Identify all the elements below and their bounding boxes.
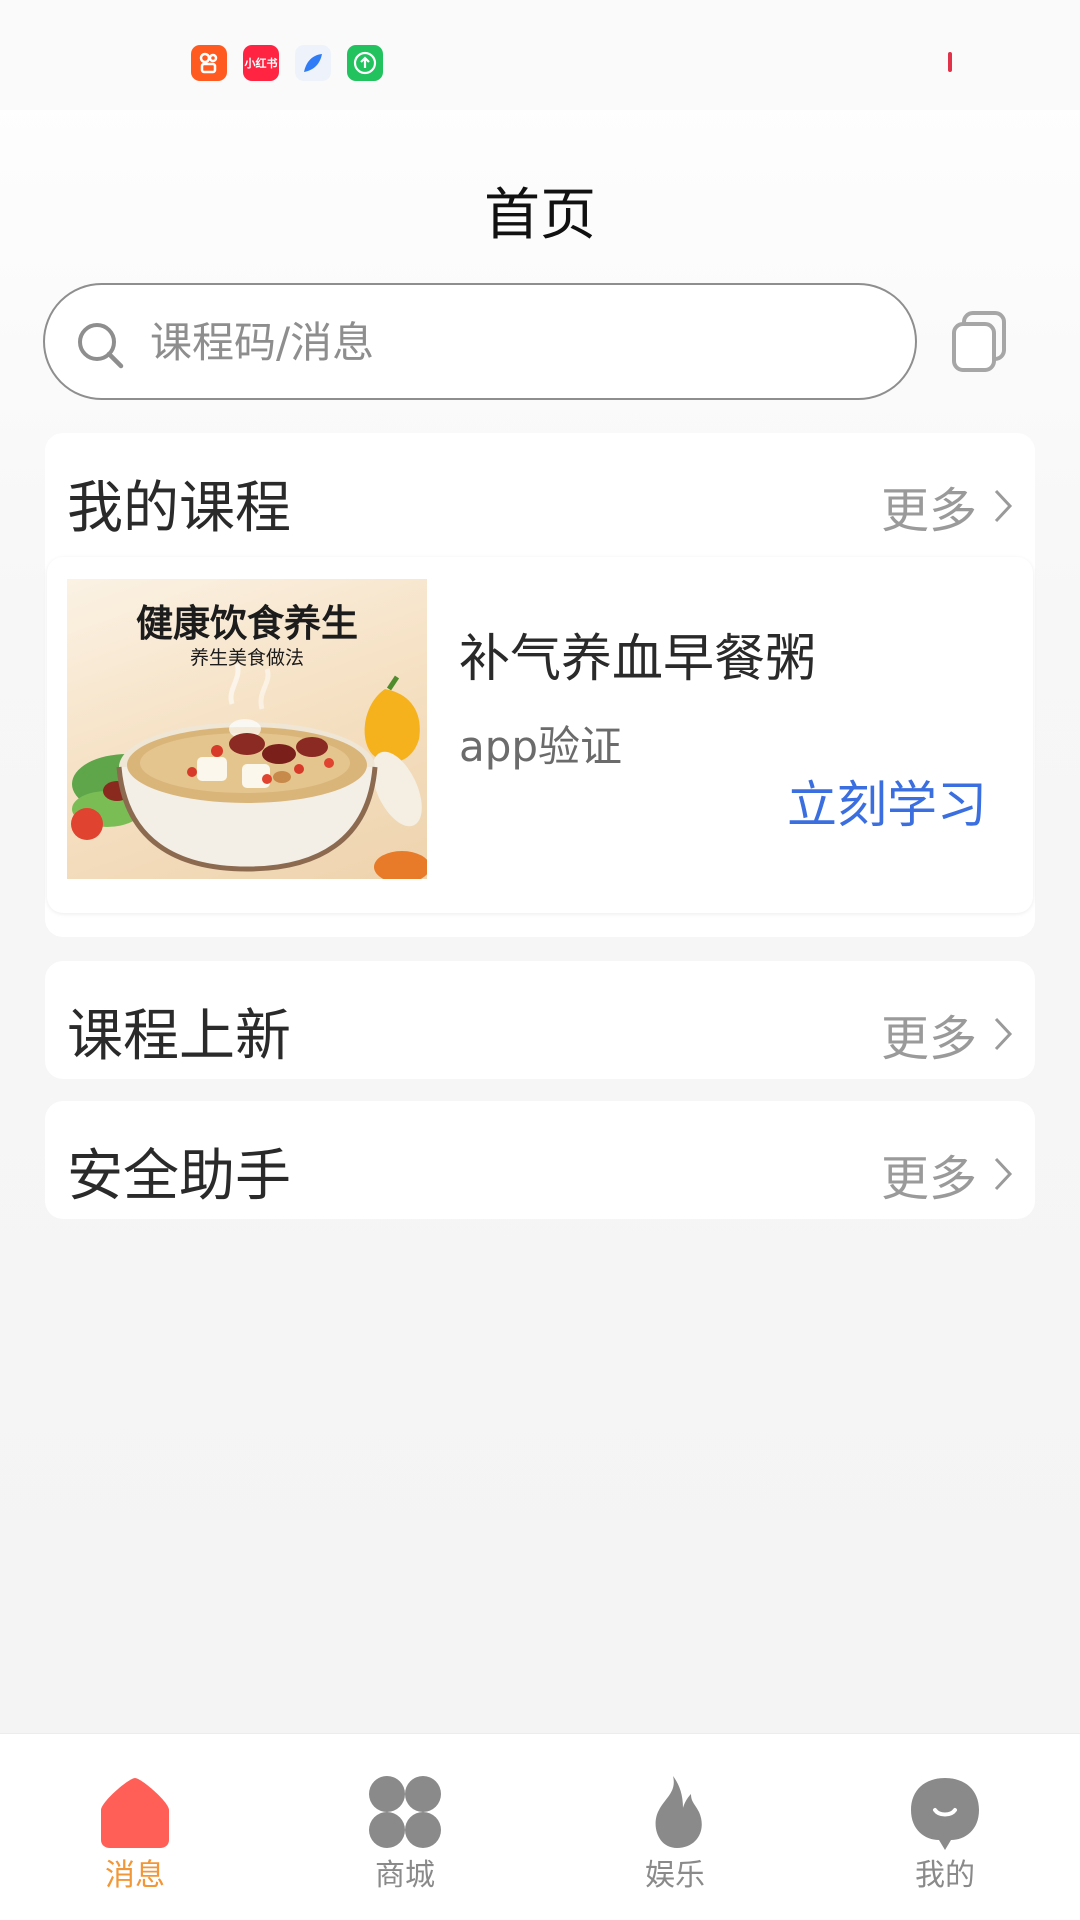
- nav-item-profile[interactable]: 我的: [875, 1774, 1015, 1904]
- nav-label: 娱乐: [645, 1858, 705, 1893]
- page-title: 首页: [484, 183, 596, 248]
- chevron-right-icon: [994, 1017, 1013, 1051]
- search-icon: [78, 323, 124, 369]
- chevron-right-icon: [994, 1157, 1013, 1191]
- course-item[interactable]: 健康饮食养生 养生美食做法 补气养血早餐粥 app验证 立刻学习: [47, 557, 1033, 913]
- more-label: 更多: [880, 483, 977, 539]
- more-label: 更多: [880, 1011, 977, 1067]
- recording-indicator: [948, 52, 952, 72]
- home-icon: [101, 1778, 169, 1848]
- new-courses-card: 课程上新 更多: [45, 961, 1035, 1079]
- safety-assistant-header: 安全助手 更多: [45, 1101, 1035, 1219]
- my-courses-card: 我的课程 更多 健康饮食养生 养生美食做法 补气养血早餐粥 app验证 立刻学习: [45, 433, 1035, 937]
- new-courses-header: 课程上新 更多: [45, 961, 1035, 1079]
- porridge-bowl-illustration: [71, 663, 427, 879]
- copy-icon[interactable]: [950, 310, 1008, 374]
- nav-item-entertainment[interactable]: 娱乐: [605, 1774, 745, 1904]
- bottom-navigation: 消息 商城 娱乐 我的: [0, 1733, 1080, 1920]
- search-input[interactable]: [150, 313, 850, 371]
- start-learning-button[interactable]: 立刻学习: [787, 765, 987, 837]
- nav-label: 商城: [375, 1858, 435, 1893]
- kuaishou-icon: [191, 45, 227, 81]
- section-title: 课程上新: [67, 1004, 291, 1069]
- section-title: 安全助手: [67, 1144, 291, 1209]
- my-courses-header: 我的课程 更多: [45, 433, 1035, 551]
- nav-label: 我的: [915, 1858, 975, 1893]
- status-bar: 小红书: [0, 0, 1080, 110]
- section-title: 我的课程: [67, 476, 291, 541]
- course-thumbnail: 健康饮食养生 养生美食做法: [67, 579, 427, 879]
- flame-icon: [655, 1776, 702, 1848]
- xiaohongshu-text: 小红书: [244, 57, 278, 70]
- more-label: 更多: [880, 1151, 977, 1207]
- course-name: 补气养血早餐粥: [459, 630, 817, 689]
- profile-icon: [911, 1778, 979, 1850]
- safety-assistant-more-link[interactable]: 更多: [881, 1139, 1013, 1209]
- feather-app-icon: [295, 45, 331, 81]
- chevron-right-icon: [994, 489, 1013, 523]
- my-courses-more-link[interactable]: 更多: [881, 471, 1013, 541]
- safety-assistant-card: 安全助手 更多: [45, 1101, 1035, 1219]
- nav-label: 消息: [105, 1858, 165, 1893]
- course-description: app验证: [459, 722, 623, 771]
- new-courses-more-link[interactable]: 更多: [881, 999, 1013, 1069]
- nav-item-mall[interactable]: 商城: [335, 1774, 475, 1904]
- nav-item-messages[interactable]: 消息: [65, 1774, 205, 1904]
- search-bar[interactable]: [43, 283, 917, 400]
- clover-icon: [369, 1776, 441, 1848]
- upload-app-icon: [347, 45, 383, 81]
- xiaohongshu-icon: 小红书: [243, 45, 279, 81]
